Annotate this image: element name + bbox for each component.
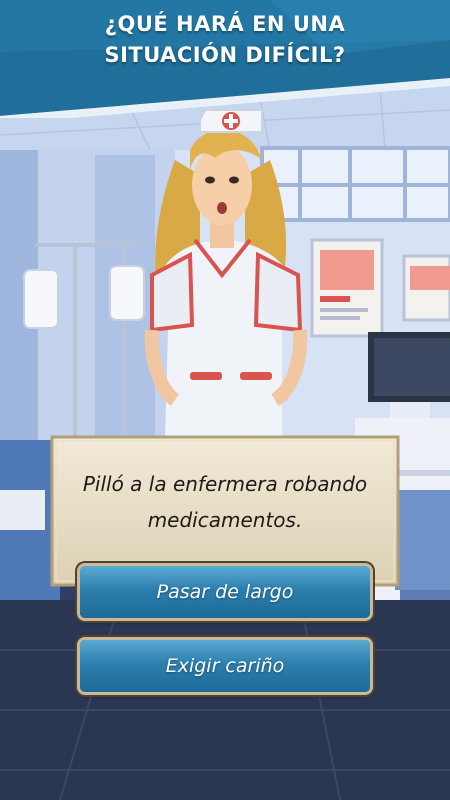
choice-label: Exigir cariño (165, 655, 285, 677)
choice-label: Pasar de largo (156, 581, 294, 603)
page-title: ¿QUÉ HARÁ EN UNA SITUACIÓN DIFÍCIL? (0, 9, 450, 71)
window (260, 146, 450, 222)
choice-pass-by-button[interactable]: Pasar de largo (80, 566, 370, 618)
medical-poster (310, 238, 384, 338)
title-line-2: SITUACIÓN DIFÍCIL? (104, 43, 346, 67)
dialog-text: Pilló a la enfermera robando medicamento… (70, 466, 380, 538)
dialog-line-2: medicamentos. (147, 508, 303, 532)
dialog-line-1: Pilló a la enfermera robando (82, 472, 368, 496)
medical-poster (402, 254, 450, 322)
title-line-1: ¿QUÉ HARÁ EN UNA (104, 12, 346, 36)
choice-demand-affection-button[interactable]: Exigir cariño (80, 640, 370, 692)
